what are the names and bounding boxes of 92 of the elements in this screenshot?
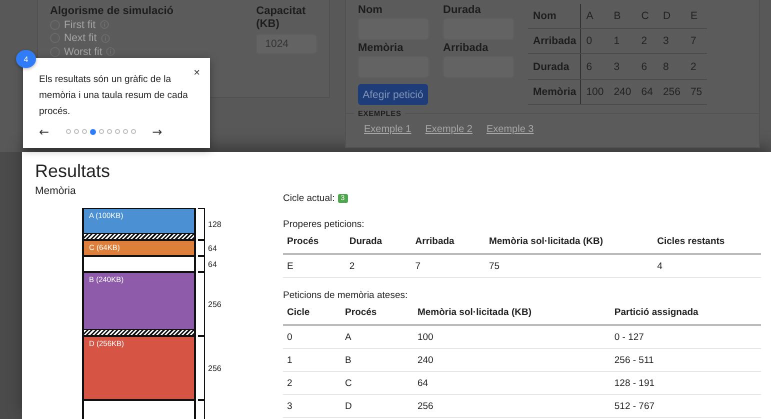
option-label: Worst fit bbox=[64, 46, 102, 58]
table-cell: 512 - 767 bbox=[610, 394, 761, 418]
table-title: Properes peticions: bbox=[283, 219, 366, 230]
section-title: Algorisme de simulació bbox=[50, 5, 174, 18]
example-link[interactable]: Exemple 2 bbox=[425, 124, 472, 135]
table-cell: 7 bbox=[685, 28, 708, 54]
partition-size: 256 bbox=[208, 364, 222, 372]
option-label: First fit bbox=[64, 18, 96, 31]
table-cell: 75 bbox=[484, 254, 654, 278]
table-cell: 0 bbox=[580, 28, 609, 54]
field-label: Memòria bbox=[358, 42, 404, 55]
partition-size: 64 bbox=[208, 260, 217, 268]
table-cell: D bbox=[658, 4, 686, 29]
table-cell: 3 bbox=[658, 28, 686, 54]
column-header: Partició assignada bbox=[610, 307, 761, 325]
page-title: Resultats bbox=[35, 160, 110, 182]
column-header: Memòria sol·licitada (KB) bbox=[484, 236, 654, 254]
example-link[interactable]: Exemple 1 bbox=[364, 124, 412, 135]
close-button[interactable]: × bbox=[194, 68, 200, 79]
row-header: Arribada bbox=[528, 28, 581, 54]
field-label: Durada bbox=[443, 4, 482, 17]
table-cell: 100 bbox=[580, 79, 609, 104]
radio-button[interactable] bbox=[50, 46, 60, 57]
field-label: Nom bbox=[358, 4, 384, 17]
table-cell: D bbox=[341, 394, 414, 418]
table-cell: E bbox=[283, 254, 346, 278]
table-cell: B bbox=[608, 4, 636, 29]
table-cell: 256 bbox=[658, 79, 686, 104]
table-cell: 4 bbox=[653, 254, 761, 278]
table-cell: 240 bbox=[413, 348, 610, 372]
partition-size: 64 bbox=[208, 244, 217, 252]
table-cell: 3 bbox=[283, 394, 342, 418]
partition-size: 128 bbox=[208, 220, 222, 228]
table-cell: 1 bbox=[608, 28, 636, 54]
column-header: Memòria sol·licitada (KB) bbox=[413, 307, 610, 325]
step-dot[interactable] bbox=[99, 129, 104, 134]
step-dot[interactable] bbox=[66, 129, 72, 134]
table-cell: C bbox=[636, 4, 658, 29]
table-cell: C bbox=[341, 372, 414, 394]
column-header: Procés bbox=[341, 307, 414, 325]
table-cell: 256 bbox=[413, 394, 610, 418]
table-cell: 2 bbox=[345, 254, 412, 278]
table-cell: 6 bbox=[636, 54, 658, 80]
table-cell: 7 bbox=[411, 254, 485, 278]
previous-button[interactable]: ← bbox=[39, 126, 50, 138]
step-dot[interactable] bbox=[107, 129, 112, 134]
table-cell: A bbox=[341, 325, 414, 348]
table-cell: 2 bbox=[636, 28, 658, 54]
table-cell: 128 - 191 bbox=[610, 372, 761, 394]
table-cell: 0 bbox=[283, 325, 342, 348]
example-link[interactable]: Exemple 3 bbox=[486, 124, 534, 135]
table-cell: 100 bbox=[413, 325, 610, 348]
table-cell: 1 bbox=[283, 348, 342, 372]
column-header: Cicles restants bbox=[653, 236, 761, 254]
next-button[interactable]: → bbox=[152, 126, 162, 138]
column-header: Durada bbox=[345, 236, 412, 254]
step-dot[interactable] bbox=[123, 129, 128, 134]
column-header: Cicle bbox=[283, 307, 342, 325]
field-label: Capacitat (KB) bbox=[256, 5, 307, 31]
option-label: Next fit bbox=[64, 32, 97, 44]
row-header: Nom bbox=[528, 4, 581, 29]
table-cell: B bbox=[341, 348, 414, 372]
table-title: Peticions de memòria ateses: bbox=[283, 290, 409, 301]
table-cell: 64 bbox=[413, 372, 610, 394]
partition-size: 256 bbox=[208, 300, 222, 308]
table-cell: E bbox=[685, 4, 708, 29]
table-cell: 3 bbox=[608, 54, 636, 80]
row-header: Durada bbox=[528, 54, 581, 80]
table-cell: 64 bbox=[636, 79, 658, 104]
table-cell: 75 bbox=[685, 79, 708, 104]
table-cell: 0 - 127 bbox=[610, 325, 761, 348]
step-dot[interactable] bbox=[90, 129, 96, 135]
table-cell: 240 bbox=[608, 79, 636, 104]
column-header: Procés bbox=[283, 236, 346, 254]
tour-text: Els resultats són un gràfic de la memòria i una taula resum de cada procés. bbox=[39, 73, 189, 119]
table-cell: 2 bbox=[283, 372, 342, 394]
section-title: Memòria bbox=[35, 185, 76, 197]
step-dot[interactable] bbox=[131, 129, 136, 134]
table-cell: 8 bbox=[658, 54, 686, 80]
info-icon bbox=[106, 47, 116, 56]
step-dot[interactable] bbox=[115, 129, 120, 134]
table-cell: 256 - 511 bbox=[610, 348, 761, 372]
step-dot[interactable] bbox=[82, 129, 88, 134]
add-request-button[interactable]: Afegir petició bbox=[358, 84, 428, 105]
row-header: Memòria bbox=[528, 79, 581, 104]
table-cell: 2 bbox=[685, 54, 708, 80]
column-header: Arribada bbox=[411, 236, 485, 254]
table-cell: 6 bbox=[580, 54, 609, 80]
step-dot[interactable] bbox=[74, 129, 80, 134]
table-cell: A bbox=[580, 4, 609, 29]
field-label: Arribada bbox=[443, 42, 490, 55]
cycle-label: Cicle actual: bbox=[283, 193, 335, 204]
